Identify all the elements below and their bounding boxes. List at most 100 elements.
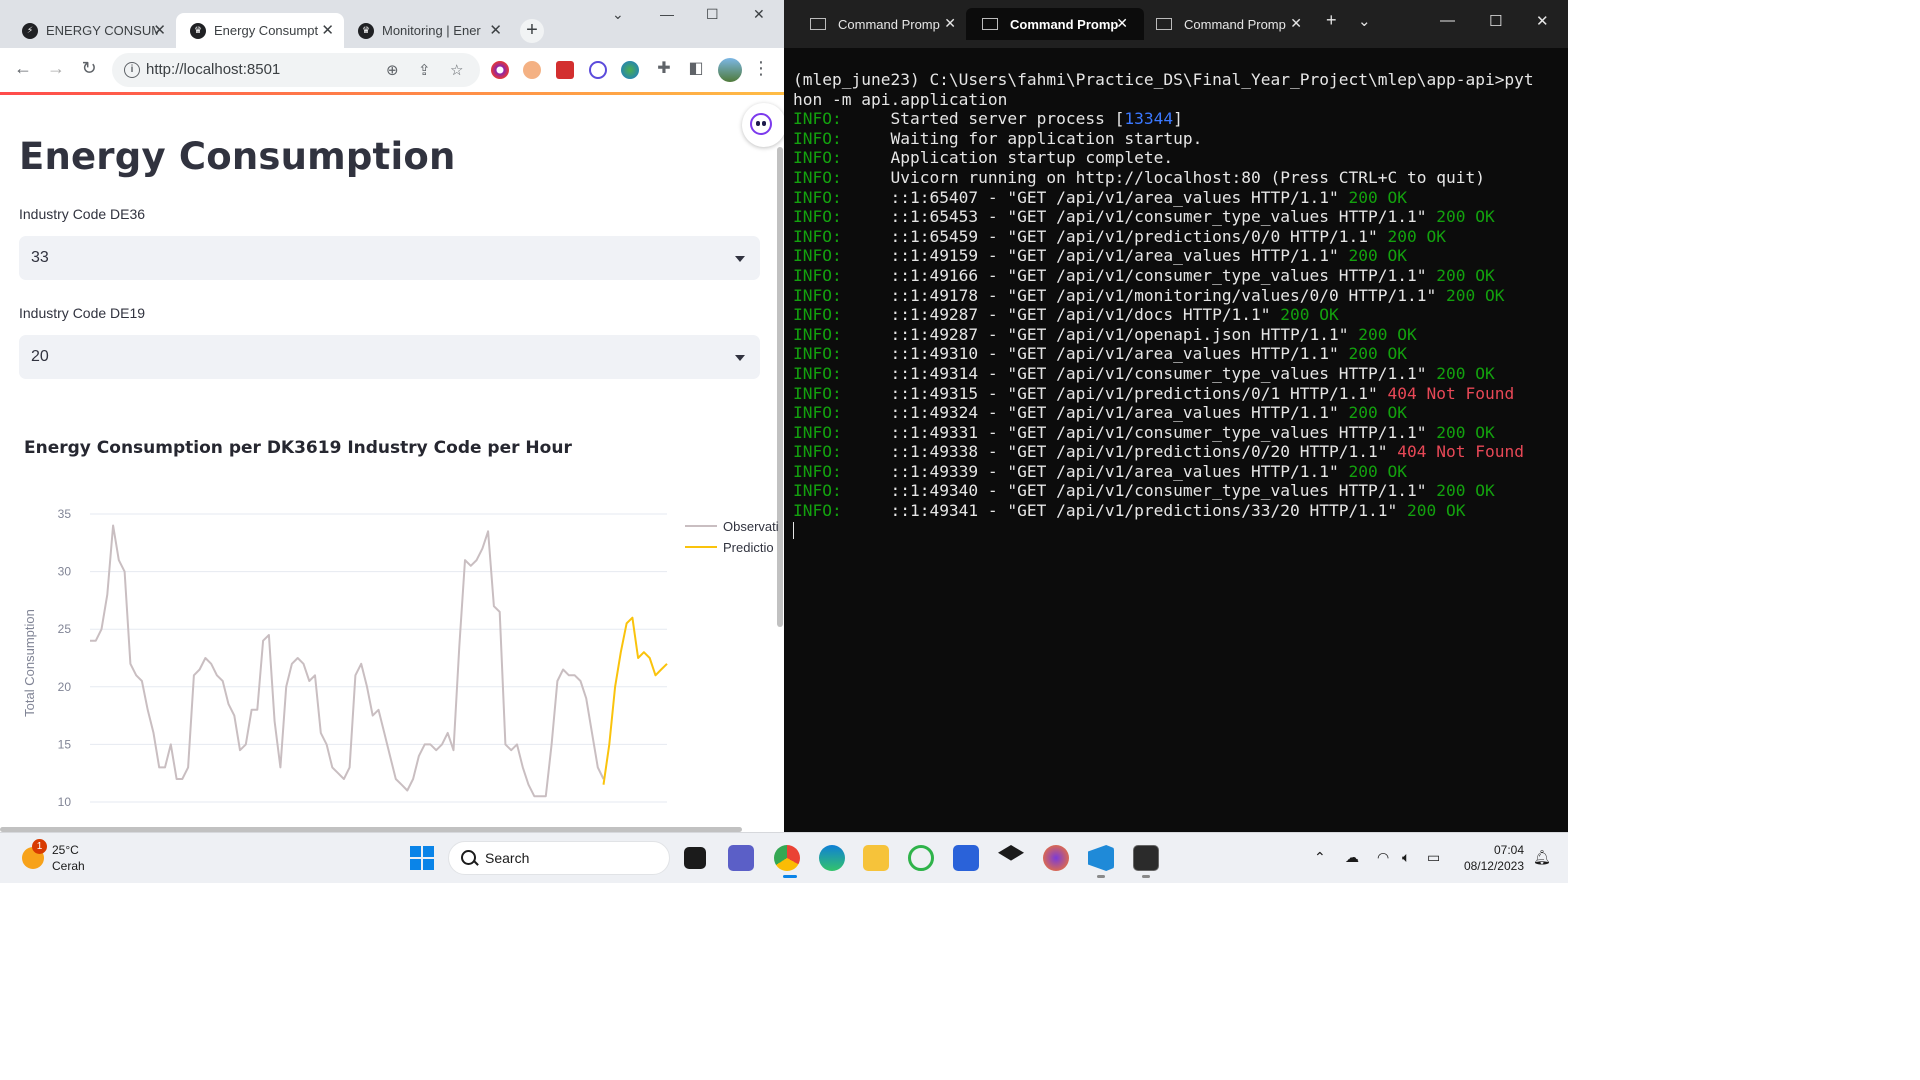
- log-line: INFO: ::1:65453 - "GET /api/v1/consumer_…: [793, 207, 1495, 226]
- log-line: INFO: ::1:49178 - "GET /api/v1/monitorin…: [793, 286, 1504, 305]
- terminal-tabbar: Command Promp ✕ Command Promp ✕ Command …: [784, 0, 1568, 48]
- status-ok: 200 OK: [1436, 207, 1495, 227]
- legend-label-prediction[interactable]: Predictio: [723, 540, 774, 555]
- assistant-helper-button[interactable]: [742, 103, 784, 147]
- zoom-icon[interactable]: ⊕: [386, 61, 399, 79]
- dropdown-chevron-icon[interactable]: ⌄: [1358, 12, 1371, 30]
- terminal-tab-3[interactable]: Command Promp ✕: [1140, 8, 1318, 40]
- close-icon[interactable]: ✕: [321, 21, 334, 39]
- energy-consumption-chart[interactable]: 35 30 25 20 15 10 Total Consumption Observati…: [0, 475, 784, 832]
- select-value: 20: [31, 348, 49, 365]
- windows-taskbar: 1 25°C Cerah Search ⌃ ☁ ◠ 🔈︎ ▭ 07:04 08/…: [0, 832, 1568, 883]
- close-icon[interactable]: ✕: [489, 21, 502, 39]
- battery-icon[interactable]: ▭: [1427, 849, 1440, 866]
- running-indicator: [1097, 875, 1105, 878]
- log-line: INFO: ::1:49338 - "GET /api/v1/predictio…: [793, 442, 1524, 461]
- series-line-observation[interactable]: [90, 524, 605, 798]
- minimize-icon[interactable]: —: [1440, 12, 1455, 29]
- log-message: ::1:65407 - "GET /api/v1/area_values HTT…: [841, 187, 1349, 207]
- vscode-icon[interactable]: [1088, 845, 1114, 871]
- system-clock[interactable]: 07:04 08/12/2023: [1454, 842, 1524, 874]
- terminal-tab-1[interactable]: Command Promp ✕: [794, 8, 972, 40]
- forward-arrow-icon[interactable]: →: [44, 58, 68, 79]
- terminal-tab-title: Command Promp: [838, 16, 940, 32]
- bookmark-star-icon[interactable]: ☆: [450, 61, 463, 79]
- weather-text: 25°C Cerah: [52, 842, 85, 874]
- clock-time: 07:04: [1493, 843, 1524, 857]
- assistant-face-icon: [750, 113, 772, 135]
- status-ok: 200 OK: [1348, 344, 1407, 364]
- series-line-prediction[interactable]: [602, 616, 668, 785]
- terminal-tab-2[interactable]: Command Promp ✕: [966, 8, 1144, 40]
- microsoft-store-icon[interactable]: [953, 845, 979, 871]
- log-line: INFO: ::1:49310 - "GET /api/v1/area_valu…: [793, 344, 1407, 363]
- minimize-icon[interactable]: —: [660, 6, 674, 22]
- site-info-icon[interactable]: i: [124, 62, 140, 78]
- close-icon[interactable]: ✕: [153, 21, 166, 39]
- log-message: ::1:65459 - "GET /api/v1/predictions/0/0…: [841, 226, 1388, 246]
- browser-tab-1[interactable]: ⚡ ENERGY CONSUM ✕: [8, 13, 176, 48]
- sync-app-icon[interactable]: [908, 845, 934, 871]
- status-ok: 200 OK: [1348, 187, 1407, 207]
- dropbox-icon[interactable]: [998, 845, 1024, 861]
- extension-eyes-icon[interactable]: [589, 61, 607, 79]
- file-explorer-icon[interactable]: [863, 845, 889, 871]
- volume-icon[interactable]: 🔈︎: [1402, 849, 1410, 866]
- notification-badge: 1: [32, 839, 47, 854]
- status-ok: 200 OK: [1348, 461, 1407, 481]
- wifi-icon[interactable]: ◠: [1377, 849, 1389, 866]
- notifications-bell-icon[interactable]: 🔔︎: [1533, 849, 1551, 866]
- extension-face-icon[interactable]: [523, 61, 541, 79]
- url-text[interactable]: http://localhost:8501: [146, 61, 280, 78]
- close-window-icon[interactable]: ✕: [753, 6, 765, 23]
- new-tab-plus-icon[interactable]: +: [1326, 10, 1337, 31]
- page-title: Energy Consumption: [19, 135, 456, 178]
- firefox-icon[interactable]: [1043, 845, 1069, 871]
- status-not-found: 404 Not Found: [1387, 383, 1515, 403]
- menu-kebab-icon[interactable]: ⋮: [749, 58, 773, 79]
- chart-title: Energy Consumption per DK3619 Industry C…: [24, 438, 572, 458]
- share-icon[interactable]: ⇪: [418, 61, 431, 79]
- extension-shield-icon[interactable]: [556, 61, 574, 79]
- industry-code-de36-select[interactable]: 33: [19, 236, 760, 280]
- close-window-icon[interactable]: ✕: [1536, 12, 1549, 30]
- onedrive-status-icon[interactable]: ☁: [1345, 849, 1359, 866]
- extension-color-icon[interactable]: [491, 61, 509, 79]
- chevron-down-icon: [735, 355, 745, 361]
- browser-tab-3[interactable]: ♛ Monitoring | Ener ✕: [344, 13, 512, 48]
- teams-chat-icon[interactable]: [728, 845, 754, 871]
- back-arrow-icon[interactable]: ←: [11, 58, 35, 79]
- streamlit-favicon-icon: ♛: [190, 22, 206, 39]
- browser-tab-2[interactable]: ♛ Energy Consumpt ✕: [176, 13, 344, 48]
- taskbar-search[interactable]: Search: [448, 841, 670, 875]
- log-line: INFO: ::1:49315 - "GET /api/v1/predictio…: [793, 384, 1514, 403]
- log-line: INFO: ::1:49314 - "GET /api/v1/consumer_…: [793, 364, 1495, 383]
- maximize-icon[interactable]: ☐: [706, 6, 719, 23]
- legend-label-observation[interactable]: Observati: [723, 519, 779, 534]
- extension-globe-icon[interactable]: [621, 61, 639, 79]
- terminal-icon[interactable]: [1133, 845, 1159, 871]
- terminal-output[interactable]: (mlep_june23) C:\Users\fahmi\Practice_DS…: [793, 70, 1534, 540]
- close-icon[interactable]: ✕: [1290, 15, 1302, 32]
- select-label-de19: Industry Code DE19: [19, 305, 146, 321]
- show-hidden-icons-chevron-icon[interactable]: ⌃: [1314, 849, 1326, 866]
- prompt-line-continued: hon -m api.application: [793, 89, 1008, 109]
- address-bar[interactable]: i http://localhost:8501 ⊕ ⇪ ☆: [112, 53, 480, 87]
- chrome-icon[interactable]: [774, 845, 800, 871]
- new-tab-button[interactable]: +: [520, 19, 544, 43]
- status-ok: 200 OK: [1348, 403, 1407, 423]
- side-panel-icon[interactable]: ◧: [684, 58, 708, 78]
- reload-icon[interactable]: ↻: [77, 58, 101, 79]
- close-icon[interactable]: ✕: [944, 15, 956, 32]
- log-level: INFO:: [793, 109, 842, 129]
- edge-icon[interactable]: [819, 845, 845, 871]
- maximize-icon[interactable]: ☐: [1489, 12, 1502, 30]
- windows-start-icon[interactable]: [409, 845, 435, 871]
- tab-search-chevron-icon[interactable]: ⌄: [612, 6, 624, 23]
- close-icon[interactable]: ✕: [1116, 15, 1128, 32]
- command-prompt-window: Command Promp ✕ Command Promp ✕ Command …: [784, 0, 1568, 832]
- profile-avatar[interactable]: [718, 58, 742, 82]
- task-view-icon[interactable]: [684, 847, 706, 869]
- extensions-puzzle-icon[interactable]: ✚: [652, 58, 676, 78]
- industry-code-de19-select[interactable]: 20: [19, 335, 760, 379]
